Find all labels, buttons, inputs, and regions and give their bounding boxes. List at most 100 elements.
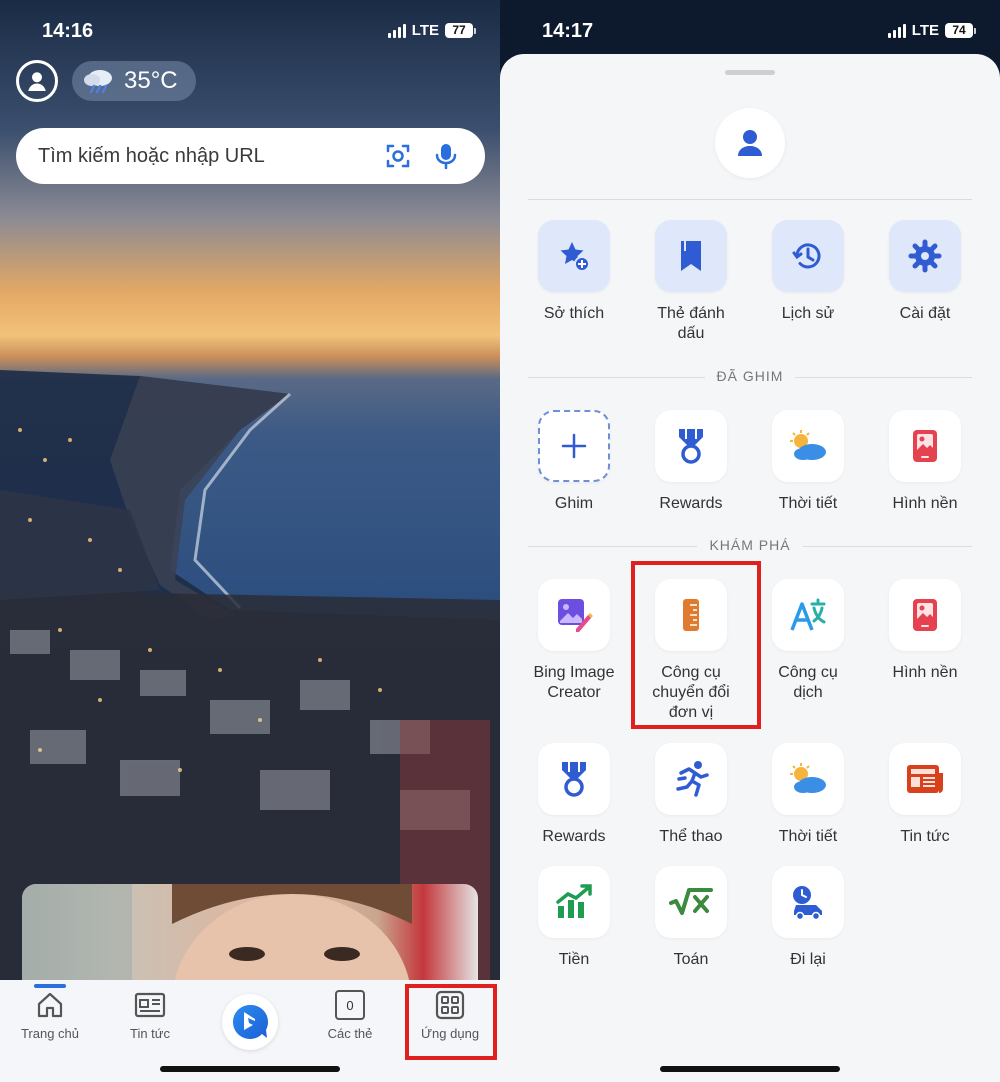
news-card-photo[interactable] — [22, 884, 478, 994]
tile-label: Cài đặt — [899, 305, 951, 322]
tile-label: Lịch sử — [781, 305, 835, 322]
tile-label: Thể thao — [659, 828, 723, 845]
battery-level: 74 — [945, 23, 973, 38]
tile-money[interactable]: Tiền — [519, 866, 629, 970]
right-screen: 14:17 LTE 74 Sở thích Thẻ đánh dấu Lịch … — [500, 0, 1000, 1082]
weather-temperature: 35°C — [124, 67, 178, 94]
bing-logo-icon — [232, 1004, 269, 1039]
tile-label: Thời tiết — [778, 495, 838, 512]
runner-icon — [676, 761, 709, 797]
status-time: 14:16 — [42, 20, 94, 42]
voice-search-button[interactable] — [429, 139, 463, 173]
profile-avatar-button[interactable] — [16, 60, 58, 102]
microphone-icon — [435, 144, 457, 170]
news-thumbnail — [22, 884, 412, 994]
status-time: 14:17 — [542, 20, 594, 42]
tile-label: Công cụ dịch — [778, 664, 838, 701]
status-bar: 14:17 LTE 74 — [500, 0, 1000, 60]
tile-math[interactable]: Toán — [636, 866, 746, 970]
gear-icon — [908, 239, 942, 273]
tile-weather[interactable]: Thời tiết — [753, 410, 863, 514]
tile-label: Tiền — [558, 951, 590, 968]
section-title-explore: KHÁM PHÁ — [500, 537, 1000, 553]
tile-favorites[interactable]: Sở thích — [519, 220, 629, 324]
home-indicator — [160, 1066, 340, 1072]
search-bar[interactable]: Tìm kiếm hoặc nhập URL — [16, 128, 485, 184]
divider — [528, 199, 972, 200]
history-icon — [792, 243, 821, 269]
highlight-unit-converter-box — [631, 561, 761, 729]
wallpaper-icon — [913, 430, 937, 462]
tile-label: Toán — [673, 951, 709, 968]
highlight-apps-box — [405, 984, 497, 1060]
tile-label: Rewards — [659, 495, 723, 512]
sheet-drag-handle[interactable] — [725, 70, 775, 75]
tile-label: Hình nền — [892, 495, 958, 512]
nav-news-label: Tin tức — [129, 1026, 170, 1041]
tile-label: Đi lại — [790, 951, 826, 968]
tile-wallpaper[interactable]: Hình nền — [870, 579, 980, 683]
nav-tabs[interactable]: 0 Các thẻ — [310, 990, 390, 1041]
tile-weather[interactable]: Thời tiết — [753, 743, 863, 847]
tile-history[interactable]: Lịch sử — [753, 220, 863, 324]
left-screen: 14:16 LTE 77 35°C Tìm kiếm hoặc nhập URL — [0, 0, 500, 1082]
newspaper-icon — [134, 992, 166, 1018]
tile-settings[interactable]: Cài đặt — [870, 220, 980, 324]
home-indicator — [660, 1066, 840, 1072]
tile-rewards[interactable]: Rewards — [519, 743, 629, 847]
tile-wallpaper[interactable]: Hình nền — [870, 410, 980, 514]
nav-home[interactable]: Trang chủ — [10, 990, 90, 1041]
nav-tabs-label: Các thẻ — [327, 1026, 373, 1041]
bing-chat-button[interactable] — [222, 994, 278, 1050]
weather-icon — [790, 763, 826, 793]
math-icon — [669, 888, 713, 915]
weather-icon — [790, 430, 826, 460]
tile-pin[interactable]: Ghim — [519, 410, 629, 514]
status-bar: 14:16 LTE 77 — [0, 0, 500, 60]
weather-widget[interactable]: 35°C — [72, 61, 196, 101]
image-creator-icon — [558, 599, 593, 632]
newspaper-icon — [907, 765, 943, 793]
search-input[interactable]: Tìm kiếm hoặc nhập URL — [38, 145, 367, 168]
rain-cloud-icon — [84, 70, 112, 94]
tile-label: Thời tiết — [778, 828, 838, 845]
plus-icon — [561, 433, 587, 459]
signal-icon — [387, 23, 406, 38]
tile-bing-image-creator[interactable]: Bing Image Creator — [519, 579, 629, 703]
tile-commute[interactable]: Đi lại — [753, 866, 863, 970]
tile-label: Ghim — [554, 495, 594, 512]
home-icon — [37, 992, 63, 1018]
tile-label: Hình nền — [892, 664, 958, 681]
battery-icon: 77 — [445, 23, 476, 38]
tile-label: Bing Image Creator — [533, 664, 615, 701]
visual-search-button[interactable] — [381, 139, 415, 173]
nav-news[interactable]: Tin tức — [110, 990, 190, 1041]
medal-icon — [562, 762, 586, 797]
star-plus-icon — [560, 242, 590, 272]
nav-home-label: Trang chủ — [20, 1026, 80, 1041]
money-chart-icon — [556, 884, 592, 918]
apps-sheet: Sở thích Thẻ đánh dấu Lịch sử Cài đặt ĐÃ… — [500, 54, 1000, 1082]
tile-label: Sở thích — [543, 305, 605, 322]
commute-icon — [793, 886, 822, 921]
tile-label: Tin tức — [900, 828, 950, 845]
battery-level: 77 — [445, 23, 473, 38]
tile-news[interactable]: Tin tức — [870, 743, 980, 847]
network-type: LTE — [911, 22, 939, 39]
person-icon — [28, 72, 46, 91]
tile-translator[interactable]: Công cụ dịch — [753, 579, 863, 703]
bookmark-icon — [681, 241, 701, 271]
tile-rewards[interactable]: Rewards — [636, 410, 746, 514]
tile-bookmarks[interactable]: Thẻ đánh dấu — [636, 220, 746, 344]
active-tab-indicator — [34, 984, 66, 988]
tile-sports[interactable]: Thể thao — [636, 743, 746, 847]
person-icon — [738, 130, 762, 156]
profile-button[interactable] — [715, 108, 785, 178]
wallpaper-icon — [913, 599, 937, 631]
translate-icon — [790, 598, 826, 631]
signal-icon — [887, 23, 906, 38]
battery-icon: 74 — [945, 23, 976, 38]
network-type: LTE — [411, 22, 439, 39]
section-title-pinned: ĐÃ GHIM — [500, 368, 1000, 384]
medal-icon — [679, 429, 703, 464]
